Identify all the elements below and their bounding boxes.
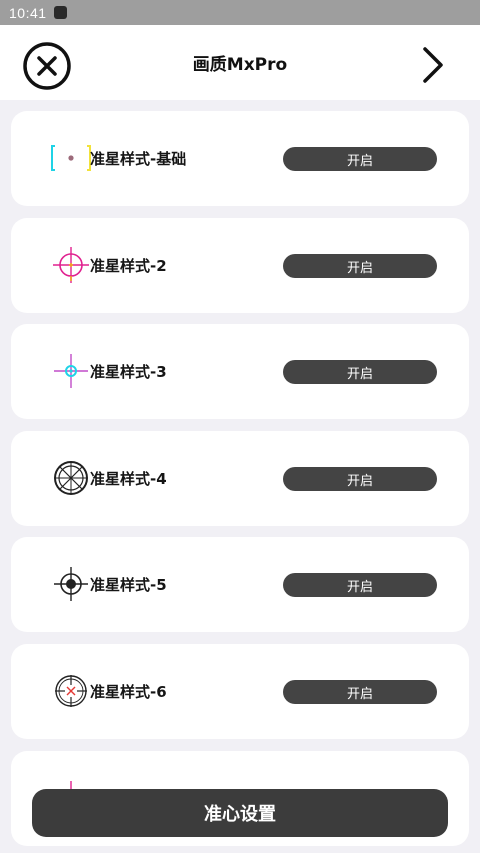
enable-button[interactable]: 开启: [283, 360, 437, 384]
crosshair-circle-pink-icon: [53, 247, 89, 283]
enable-button[interactable]: 开启: [283, 573, 437, 597]
app-bar: 画质MxPro: [0, 25, 480, 100]
enable-button[interactable]: 开启: [283, 680, 437, 704]
crosshair-item-6: 准星样式-6 开启: [11, 644, 469, 739]
crosshair-item-label: 准星样式-5: [90, 576, 167, 594]
crosshair-cross-cyan-icon: [54, 354, 88, 388]
status-time: 10:41: [9, 4, 47, 21]
close-button[interactable]: [22, 41, 72, 91]
crosshair-item-2: 准星样式-2 开启: [11, 218, 469, 313]
enable-button[interactable]: 开启: [283, 467, 437, 491]
crosshair-settings-button[interactable]: 准心设置: [32, 789, 448, 837]
crosshair-scope-icon: [54, 461, 88, 495]
enable-button[interactable]: 开启: [283, 147, 437, 171]
crosshair-item-3: 准星样式-3 开启: [11, 324, 469, 419]
status-bar: 10:41: [0, 0, 480, 25]
crosshair-item-label: 准星样式-6: [90, 683, 167, 701]
crosshair-list[interactable]: 准星样式-基础 开启 准星样式-2 开启 准星样式-3 开启 准星样式-4 开启…: [0, 100, 480, 853]
crosshair-item-label: 准星样式-基础: [90, 150, 187, 168]
next-button[interactable]: [416, 45, 450, 85]
crosshair-item-label: 准星样式-2: [90, 257, 167, 275]
crosshair-item-4: 准星样式-4 开启: [11, 431, 469, 526]
crosshair-red-scope-icon: [55, 675, 87, 707]
crosshair-dot-scope-icon: [54, 567, 88, 601]
crosshair-item-label: 准星样式-4: [90, 470, 167, 488]
crosshair-item-basic: 准星样式-基础 开启: [11, 111, 469, 206]
close-circle-icon: [23, 42, 71, 90]
crosshair-item-label: 准星样式-3: [90, 363, 167, 381]
enable-button[interactable]: 开启: [283, 254, 437, 278]
page-title: 画质MxPro: [192, 55, 288, 75]
crosshair-item-5: 准星样式-5 开启: [11, 537, 469, 632]
chevron-right-icon: [423, 47, 443, 83]
notification-icon: [53, 6, 67, 19]
crosshair-basic-icon: [51, 145, 91, 171]
